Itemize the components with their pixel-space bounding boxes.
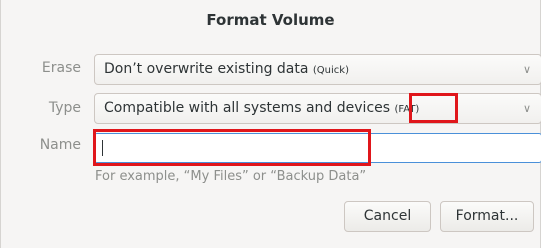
type-combobox[interactable]: Compatible with all systems and devices … [94,93,541,124]
format-button[interactable]: Format... [440,201,534,232]
text-cursor [102,140,103,156]
name-hint: For example, “My Files” or “Backup Data” [95,169,367,184]
type-value-sub: (FAT) [394,104,420,115]
format-volume-dialog: Format Volume Erase Don’t overwrite exis… [0,0,541,248]
erase-value: Don’t overwrite existing data [104,61,309,77]
type-label: Type [48,100,81,116]
cancel-button[interactable]: Cancel [344,201,431,232]
erase-value-sub: (Quick) [312,65,349,76]
erase-label: Erase [41,60,81,76]
chevron-down-icon: ∨ [522,63,531,76]
chevron-down-icon: ∨ [522,102,531,115]
dialog-title: Format Volume [206,11,335,29]
type-value: Compatible with all systems and devices [104,100,391,116]
name-input[interactable] [94,133,541,163]
name-label: Name [39,137,81,153]
erase-combobox[interactable]: Don’t overwrite existing data (Quick) ∨ [94,54,541,85]
